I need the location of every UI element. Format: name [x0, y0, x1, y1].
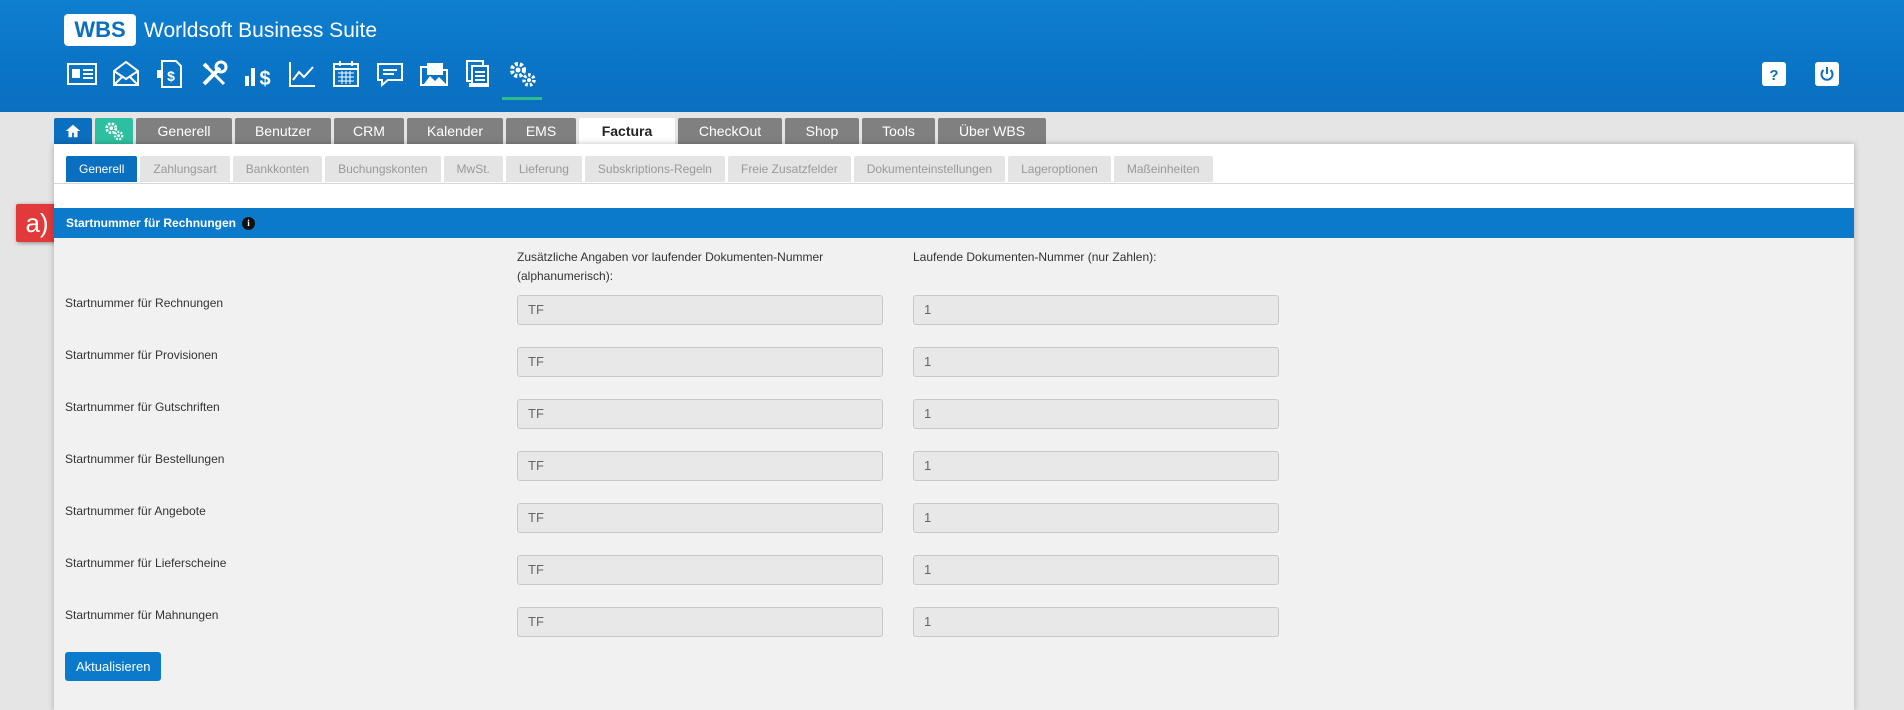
column-header-prefix: Zusätzliche Angaben vor laufender Dokume… [517, 250, 824, 283]
subtab-lageroptionen[interactable]: Lageroptionen [1008, 156, 1111, 182]
section-header: Startnummer für Rechnungen i [54, 208, 1854, 238]
document-stack-icon[interactable] [456, 56, 500, 92]
annotation-marker: a) [16, 204, 58, 242]
subtab-dokumenteinstellungen[interactable]: Dokumenteinstellungen [853, 156, 1006, 182]
tab-checkout[interactable]: CheckOut [678, 118, 782, 144]
svg-text:?: ? [1769, 67, 1778, 83]
svg-text:$: $ [167, 68, 175, 84]
subtab-zahlungsart[interactable]: Zahlungsart [140, 156, 230, 182]
row-label-lieferscheine: Startnummer für Lieferscheine [65, 556, 227, 570]
number-input-angebote[interactable]: 1 [913, 503, 1279, 533]
subtab-bankkonten[interactable]: Bankkonten [232, 156, 323, 182]
app-header: WBS Worldsoft Business Suite $ $ ? [0, 0, 1904, 112]
row-label-provisionen: Startnummer für Provisionen [65, 348, 218, 362]
main-tabs: Generell Benutzer CRM Kalender EMS Factu… [54, 118, 1049, 144]
sub-tabs: Generell Zahlungsart Bankkonten Buchungs… [66, 156, 1216, 182]
spacer [54, 184, 1854, 208]
number-input-bestellungen[interactable]: 1 [913, 451, 1279, 481]
contact-card-icon[interactable] [60, 56, 104, 92]
row-label-mahnungen: Startnummer für Mahnungen [65, 608, 219, 622]
prefix-input-lieferscheine[interactable]: TF [517, 555, 883, 585]
settings-panel: Generell Zahlungsart Bankkonten Buchungs… [54, 144, 1854, 710]
folder-images-icon[interactable] [412, 56, 456, 92]
subtab-lieferung[interactable]: Lieferung [505, 156, 582, 182]
tools-icon[interactable] [192, 56, 236, 92]
module-toolbar: $ $ [60, 56, 544, 100]
prefix-input-rechnungen[interactable]: TF [517, 295, 883, 325]
number-input-provisionen[interactable]: 1 [913, 347, 1279, 377]
power-icon[interactable] [1815, 62, 1839, 86]
wbs-logo: WBS [64, 14, 136, 46]
prefix-input-angebote[interactable]: TF [517, 503, 883, 533]
prefix-input-provisionen[interactable]: TF [517, 347, 883, 377]
chat-icon[interactable] [368, 56, 412, 92]
row-label-angebote: Startnummer für Angebote [65, 504, 206, 518]
subtab-buchungskonten[interactable]: Buchungskonten [325, 156, 441, 182]
tab-ems[interactable]: EMS [506, 118, 576, 144]
settings-tab[interactable] [95, 118, 133, 144]
prefix-input-bestellungen[interactable]: TF [517, 451, 883, 481]
tab-crm[interactable]: CRM [334, 118, 404, 144]
row-label-gutschriften: Startnummer für Gutschriften [65, 400, 220, 414]
calendar-icon[interactable] [324, 56, 368, 92]
subtab-subskriptions-regeln[interactable]: Subskriptions-Regeln [584, 156, 725, 182]
number-input-gutschriften[interactable]: 1 [913, 399, 1279, 429]
line-chart-icon[interactable] [280, 56, 324, 92]
app-title: Worldsoft Business Suite [144, 19, 378, 42]
section-title: Startnummer für Rechnungen [66, 216, 237, 230]
subtab-generell[interactable]: Generell [66, 156, 138, 182]
update-button[interactable]: Aktualisieren [65, 652, 162, 681]
info-icon[interactable]: i [242, 217, 256, 231]
row-label-rechnungen: Startnummer für Rechnungen [65, 296, 224, 310]
tab-factura[interactable]: Factura [579, 118, 675, 144]
svg-text:$: $ [259, 68, 270, 90]
invoice-icon[interactable]: $ [148, 56, 192, 92]
home-icon [65, 124, 81, 138]
tab-benutzer[interactable]: Benutzer [235, 118, 331, 144]
number-input-lieferscheine[interactable]: 1 [913, 555, 1279, 585]
home-tab[interactable] [54, 118, 92, 144]
column-header-number: Laufende Dokumenten-Nummer (nur Zahlen): [913, 250, 1157, 264]
subtab-mwst[interactable]: MwSt. [443, 156, 503, 182]
prefix-input-mahnungen[interactable]: TF [517, 607, 883, 637]
subtab-freie-zusatzfelder[interactable]: Freie Zusatzfelder [727, 156, 851, 182]
prefix-input-gutschriften[interactable]: TF [517, 399, 883, 429]
subtab-masseinheiten[interactable]: Maßeinheiten [1113, 156, 1213, 182]
sub-tabs-bar: Generell Zahlungsart Bankkonten Buchungs… [54, 144, 1854, 184]
chart-dollar-icon[interactable]: $ [236, 56, 280, 92]
number-input-mahnungen[interactable]: 1 [913, 607, 1279, 637]
gears-icon [105, 122, 124, 141]
settings-gears-icon[interactable] [500, 56, 544, 100]
mail-icon[interactable] [104, 56, 148, 92]
tab-generell[interactable]: Generell [136, 118, 232, 144]
row-label-bestellungen: Startnummer für Bestellungen [65, 452, 225, 466]
help-icon[interactable]: ? [1762, 62, 1786, 86]
tab-tools[interactable]: Tools [862, 118, 935, 144]
number-input-rechnungen[interactable]: 1 [913, 295, 1279, 325]
tab-kalender[interactable]: Kalender [407, 118, 503, 144]
tab-shop[interactable]: Shop [785, 118, 859, 144]
tab-ueber-wbs[interactable]: Über WBS [938, 118, 1046, 144]
